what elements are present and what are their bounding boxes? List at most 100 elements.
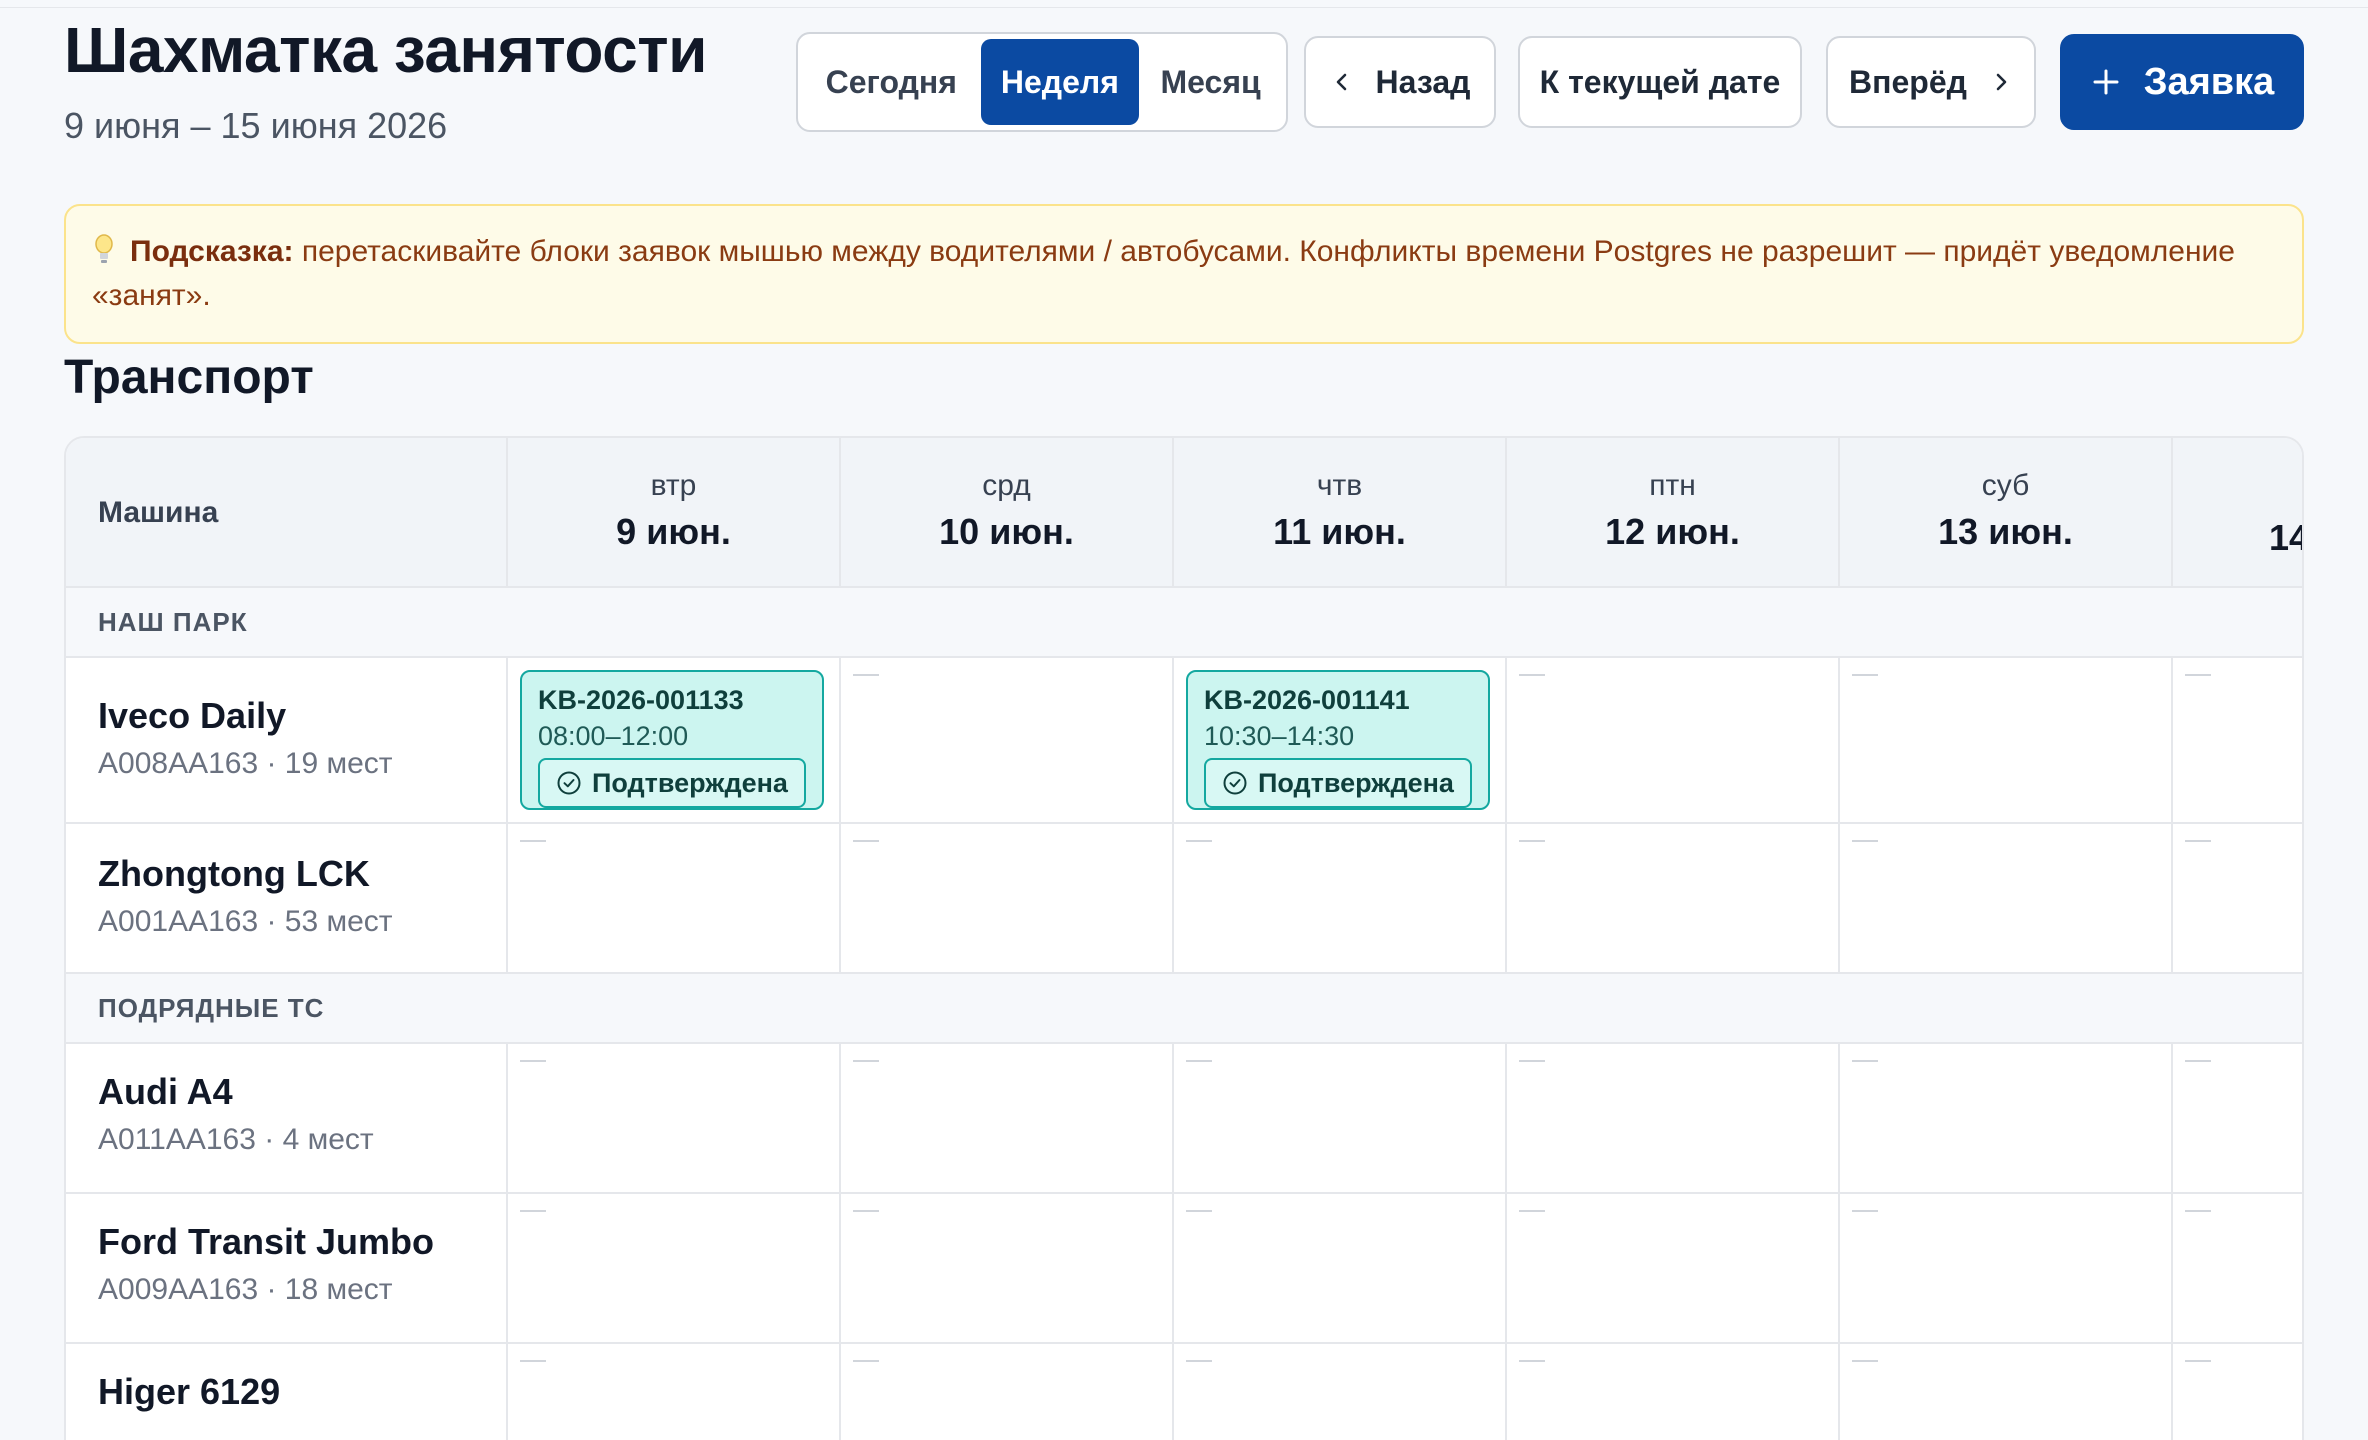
booking-code: KB-2026-001133 [538, 685, 744, 715]
check-circle-icon [1223, 771, 1247, 795]
vehicle-cell: Ford Transit Jumbo А009АА163 · 18 мест [66, 1194, 508, 1342]
empty-dash [853, 1210, 879, 1212]
day-slot[interactable] [2173, 1344, 2302, 1440]
day-date: 13 июн. [1938, 511, 2073, 552]
empty-dash [1519, 1210, 1545, 1212]
vehicle-name: Zhongtong LCK [98, 853, 370, 894]
empty-dash [2185, 1360, 2211, 1362]
day-slot[interactable] [841, 1344, 1174, 1440]
status-label: Подтверждена [592, 767, 788, 798]
vehicle-plate-seats: А009АА163 · 18 мест [98, 1273, 393, 1306]
day-header: чтв 11 июн. [1174, 438, 1507, 586]
chevron-right-icon [1989, 70, 2013, 94]
day-slot[interactable] [1507, 1194, 1840, 1342]
empty-dash [2185, 840, 2211, 842]
section-title: Транспорт [64, 351, 314, 404]
day-slot[interactable]: KB-2026-001133 08:00–12:00 Подтверждена [508, 658, 841, 822]
day-slot[interactable] [1507, 1044, 1840, 1192]
empty-dash [1852, 1210, 1878, 1212]
machine-column-header: Машина [66, 438, 508, 586]
booking-time: 10:30–14:30 [1204, 721, 1355, 751]
empty-dash [1852, 674, 1878, 676]
day-slot[interactable] [1174, 1194, 1507, 1342]
empty-dash [1186, 1360, 1212, 1362]
day-slot[interactable] [508, 1344, 841, 1440]
day-date: 12 июн. [1605, 511, 1740, 552]
day-slot[interactable] [1840, 658, 2173, 822]
empty-dash [853, 840, 879, 842]
view-today-button[interactable]: Сегодня [802, 39, 981, 125]
day-slot[interactable] [1507, 1344, 1840, 1440]
check-circle-icon [557, 771, 581, 795]
day-slot[interactable] [508, 824, 841, 972]
day-of-week: суб [1981, 469, 2030, 502]
day-slot[interactable]: KB-2026-001141 10:30–14:30 Подтверждена [1174, 658, 1507, 822]
day-date: 9 июн. [616, 511, 731, 552]
top-border [0, 0, 2368, 8]
hint-banner: Подсказка: перетаскивайте блоки заявок м… [64, 204, 2304, 344]
schedule-grid: Машина втр 9 июн. срд 10 июн. чтв 11 июн… [64, 436, 2304, 1440]
status-label: Подтверждена [1258, 767, 1454, 798]
day-slot[interactable] [841, 658, 1174, 822]
lightbulb-icon [92, 233, 120, 265]
day-of-week: срд [982, 469, 1031, 502]
empty-dash [853, 1060, 879, 1062]
day-slot[interactable] [508, 1194, 841, 1342]
empty-dash [2185, 1210, 2211, 1212]
day-slot[interactable] [2173, 824, 2302, 972]
day-date: 11 июн. [1273, 511, 1406, 552]
vehicle-name: Iveco Daily [98, 695, 287, 736]
day-slot[interactable] [2173, 658, 2302, 822]
empty-dash [1519, 1360, 1545, 1362]
vehicle-plate-seats: А008АА163 · 19 мест [98, 747, 393, 780]
day-slot[interactable] [1507, 658, 1840, 822]
empty-dash [853, 674, 879, 676]
to-current-date-button[interactable]: К текущей дате [1518, 36, 1802, 128]
status-badge: Подтверждена [1204, 758, 1472, 808]
day-slot[interactable] [1174, 1044, 1507, 1192]
new-request-button[interactable]: Заявка [2060, 34, 2304, 130]
day-slot[interactable] [841, 824, 1174, 972]
vehicle-cell: Iveco Daily А008АА163 · 19 мест [66, 658, 508, 822]
booking-code: KB-2026-001141 [1204, 685, 1410, 715]
day-slot[interactable] [508, 1044, 841, 1192]
day-date: 10 июн. [939, 511, 1074, 552]
grid-header-row: Машина втр 9 июн. срд 10 июн. чтв 11 июн… [66, 438, 2302, 588]
day-header: срд 10 июн. [841, 438, 1174, 586]
booking-block[interactable]: KB-2026-001141 10:30–14:30 Подтверждена [1186, 670, 1490, 810]
empty-dash [1186, 840, 1212, 842]
plus-icon [2090, 66, 2122, 98]
vehicle-row: Audi A4 А011АА163 · 4 мест [66, 1044, 2302, 1194]
booking-time: 08:00–12:00 [538, 721, 689, 751]
empty-dash [853, 1360, 879, 1362]
day-slot[interactable] [2173, 1194, 2302, 1342]
group-label: НАШ ПАРК [98, 606, 248, 637]
day-slot[interactable] [1840, 1044, 2173, 1192]
day-slot[interactable] [1174, 824, 1507, 972]
day-slot[interactable] [1840, 824, 2173, 972]
day-slot[interactable] [841, 1044, 1174, 1192]
forward-label: Вперёд [1849, 63, 1967, 100]
empty-dash [520, 1210, 546, 1212]
new-request-label: Заявка [2143, 60, 2275, 103]
day-slot[interactable] [1840, 1344, 2173, 1440]
day-slot[interactable] [1507, 824, 1840, 972]
date-range: 9 июня – 15 июня 2026 [64, 105, 448, 146]
day-header: птн 12 июн. [1507, 438, 1840, 586]
vehicle-row: Ford Transit Jumbo А009АА163 · 18 мест [66, 1194, 2302, 1344]
empty-dash [520, 840, 546, 842]
group-row-contractors: ПОДРЯДНЫЕ ТС [66, 974, 2302, 1044]
status-badge: Подтверждена [538, 758, 806, 808]
view-month-button[interactable]: Месяц [1139, 39, 1282, 125]
day-of-week: птн [1649, 469, 1696, 502]
booking-block[interactable]: KB-2026-001133 08:00–12:00 Подтверждена [520, 670, 824, 810]
day-slot[interactable] [2173, 1044, 2302, 1192]
vehicle-name: Ford Transit Jumbo [98, 1221, 435, 1262]
day-slot[interactable] [841, 1194, 1174, 1342]
view-week-button[interactable]: Неделя [980, 39, 1140, 125]
back-button[interactable]: Назад [1304, 36, 1496, 128]
day-slot[interactable] [1174, 1344, 1507, 1440]
vehicle-name: Audi A4 [98, 1071, 233, 1112]
forward-button[interactable]: Вперёд [1826, 36, 2036, 128]
day-slot[interactable] [1840, 1194, 2173, 1342]
